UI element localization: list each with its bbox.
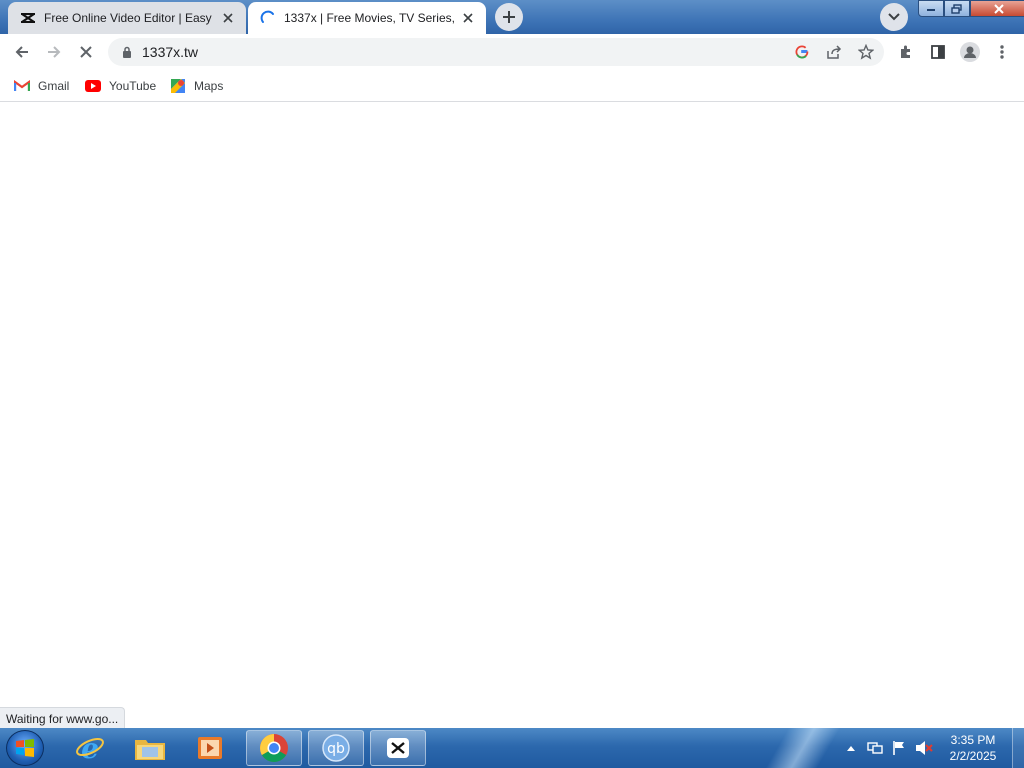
new-tab-button[interactable]: [495, 3, 523, 31]
taskbar-file-explorer[interactable]: [122, 730, 178, 766]
stop-loading-button[interactable]: [72, 38, 100, 66]
maps-icon: [170, 78, 186, 94]
bookmark-label: YouTube: [109, 79, 157, 93]
arrow-left-icon: [15, 46, 28, 58]
tab-search-button[interactable]: [880, 3, 908, 31]
forward-button[interactable]: [40, 38, 68, 66]
status-bubble: Waiting for www.go...: [0, 707, 126, 729]
taskbar-internet-explorer[interactable]: e: [62, 730, 118, 766]
maximize-icon: [951, 3, 962, 14]
taskbar-capcut[interactable]: [370, 730, 426, 766]
minimize-button[interactable]: [918, 0, 944, 17]
profile-icon: [960, 42, 980, 62]
clock-date: 2/2/2025: [949, 749, 997, 763]
loading-spinner-icon: [260, 10, 276, 26]
tab-1337x[interactable]: 1337x | Free Movies, TV Series, Mu: [248, 2, 486, 34]
gmail-icon: [14, 78, 30, 94]
clock-time: 3:35 PM: [950, 733, 996, 747]
taskbar-glow: [740, 728, 860, 768]
extensions-button[interactable]: [892, 38, 920, 66]
bookmark-label: Gmail: [38, 79, 70, 93]
side-panel-button[interactable]: [924, 38, 952, 66]
maximize-button[interactable]: [944, 0, 970, 17]
close-window-button[interactable]: [970, 0, 1024, 17]
volume-button[interactable]: [912, 728, 936, 768]
taskbar-chrome[interactable]: [246, 730, 302, 766]
action-center-button[interactable]: [888, 728, 910, 768]
taskbar-clock[interactable]: 3:35 PM 2/2/2025: [940, 732, 1006, 764]
file-explorer-icon: [135, 740, 165, 760]
minimize-icon: [927, 8, 935, 11]
action-center-flag-icon: [893, 741, 904, 755]
qbittorrent-icon: qb: [322, 734, 350, 762]
close-tab-icon[interactable]: [460, 10, 476, 26]
browser-toolbar: 1337x.tw: [0, 34, 1024, 70]
tab-title: 1337x | Free Movies, TV Series, Mu: [284, 11, 454, 25]
side-panel-icon: [931, 45, 945, 59]
bookmarks-bar: Gmail YouTube Maps: [0, 70, 1024, 102]
capcut-icon: [387, 738, 409, 758]
network-icon: [867, 742, 883, 754]
taskbar-qbittorrent[interactable]: qb: [308, 730, 364, 766]
taskbar: e qb 3:35 PM 2/2/2025: [0, 728, 1024, 768]
network-tray-button[interactable]: [864, 728, 886, 768]
internet-explorer-icon: e: [76, 733, 104, 763]
svg-text:e: e: [81, 733, 99, 763]
star-icon[interactable]: [852, 38, 880, 66]
menu-icon: [1000, 45, 1004, 59]
menu-button[interactable]: [988, 38, 1016, 66]
back-button[interactable]: [8, 38, 36, 66]
google-icon[interactable]: [788, 38, 816, 66]
bookmark-youtube[interactable]: YouTube: [85, 76, 156, 96]
chevron-down-icon: [888, 13, 900, 21]
bookmark-label: Maps: [194, 79, 224, 93]
capcut-icon: [20, 10, 36, 26]
taskbar-media-player[interactable]: [182, 730, 238, 766]
address-text[interactable]: 1337x.tw: [142, 44, 788, 60]
address-bar[interactable]: 1337x.tw: [108, 38, 884, 66]
media-player-icon: [198, 737, 222, 759]
page-content: [0, 102, 1024, 728]
window-controls: [918, 0, 1024, 18]
arrow-right-icon: [48, 46, 61, 58]
bookmark-maps[interactable]: Maps: [170, 76, 223, 96]
youtube-icon: [85, 78, 101, 94]
start-button[interactable]: [6, 730, 44, 766]
close-icon: [994, 3, 1004, 14]
windows-start-icon: [16, 739, 34, 757]
extensions-icon: [901, 45, 910, 58]
share-icon[interactable]: [820, 38, 848, 66]
bookmark-gmail[interactable]: Gmail: [14, 76, 69, 96]
show-hidden-icons-icon: [847, 746, 855, 751]
plus-icon: [503, 11, 515, 23]
svg-text:qb: qb: [327, 741, 345, 757]
profile-button[interactable]: [956, 38, 984, 66]
chrome-icon: [260, 734, 288, 762]
close-tab-icon[interactable]: [220, 10, 236, 26]
tab-video-editor[interactable]: Free Online Video Editor | Easy to: [8, 2, 246, 34]
close-icon: [80, 46, 92, 58]
browser-tab-strip: Free Online Video Editor | Easy to 1337x…: [0, 0, 1024, 34]
show-desktop-button[interactable]: [1012, 728, 1024, 768]
show-hidden-icons-button[interactable]: [844, 728, 858, 768]
volume-muted-icon: [916, 741, 933, 755]
tab-title: Free Online Video Editor | Easy to: [44, 11, 214, 25]
lock-icon: [120, 45, 134, 59]
